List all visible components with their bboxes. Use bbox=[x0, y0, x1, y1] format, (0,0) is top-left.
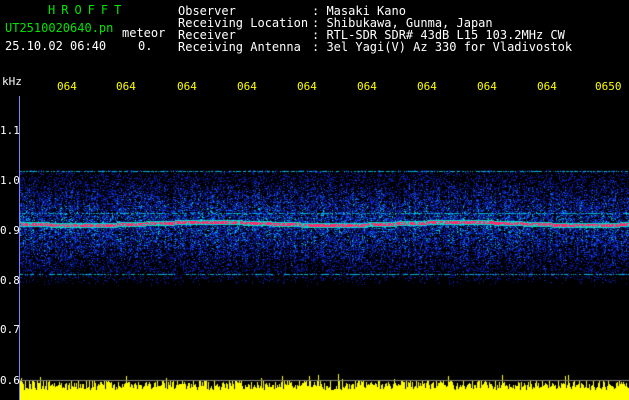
freq-tick: 0.6 bbox=[0, 374, 20, 387]
datetime-label: 25.10.02 06:40 bbox=[5, 39, 107, 53]
freq-tick: 0.7 bbox=[0, 323, 20, 336]
freq-tick: 1.0 bbox=[0, 174, 20, 187]
antenna-label: Receiving Antenna bbox=[178, 40, 301, 54]
freq-tick: 1.1 bbox=[0, 124, 20, 137]
time-tick: 064 bbox=[237, 80, 257, 93]
meteor-count: 0. bbox=[138, 39, 153, 53]
hrofft-window: HROFFT UT2510020640.pn meteor 25.10.02 0… bbox=[0, 0, 629, 400]
time-tick: 064 bbox=[537, 80, 557, 93]
time-tick: 064 bbox=[116, 80, 136, 93]
freq-tick: 0.8 bbox=[0, 274, 20, 287]
time-tick: 064 bbox=[417, 80, 437, 93]
filename-label: UT2510020640.pn bbox=[5, 21, 114, 35]
time-tick: 064 bbox=[477, 80, 497, 93]
freq-tick: 0.9 bbox=[0, 224, 20, 237]
time-tick: 0650 bbox=[595, 80, 622, 93]
spectrogram-canvas[interactable] bbox=[20, 96, 629, 400]
app-brand: HROFFT bbox=[48, 3, 128, 17]
antenna-value: : 3el Yagi(V) Az 330 for Vladivostok bbox=[312, 40, 573, 54]
time-tick: 064 bbox=[297, 80, 317, 93]
time-tick: 064 bbox=[357, 80, 377, 93]
time-tick: 064 bbox=[177, 80, 197, 93]
mode-label: meteor bbox=[122, 26, 166, 40]
y-unit-label: kHz bbox=[2, 75, 22, 88]
time-tick: 064 bbox=[57, 80, 77, 93]
